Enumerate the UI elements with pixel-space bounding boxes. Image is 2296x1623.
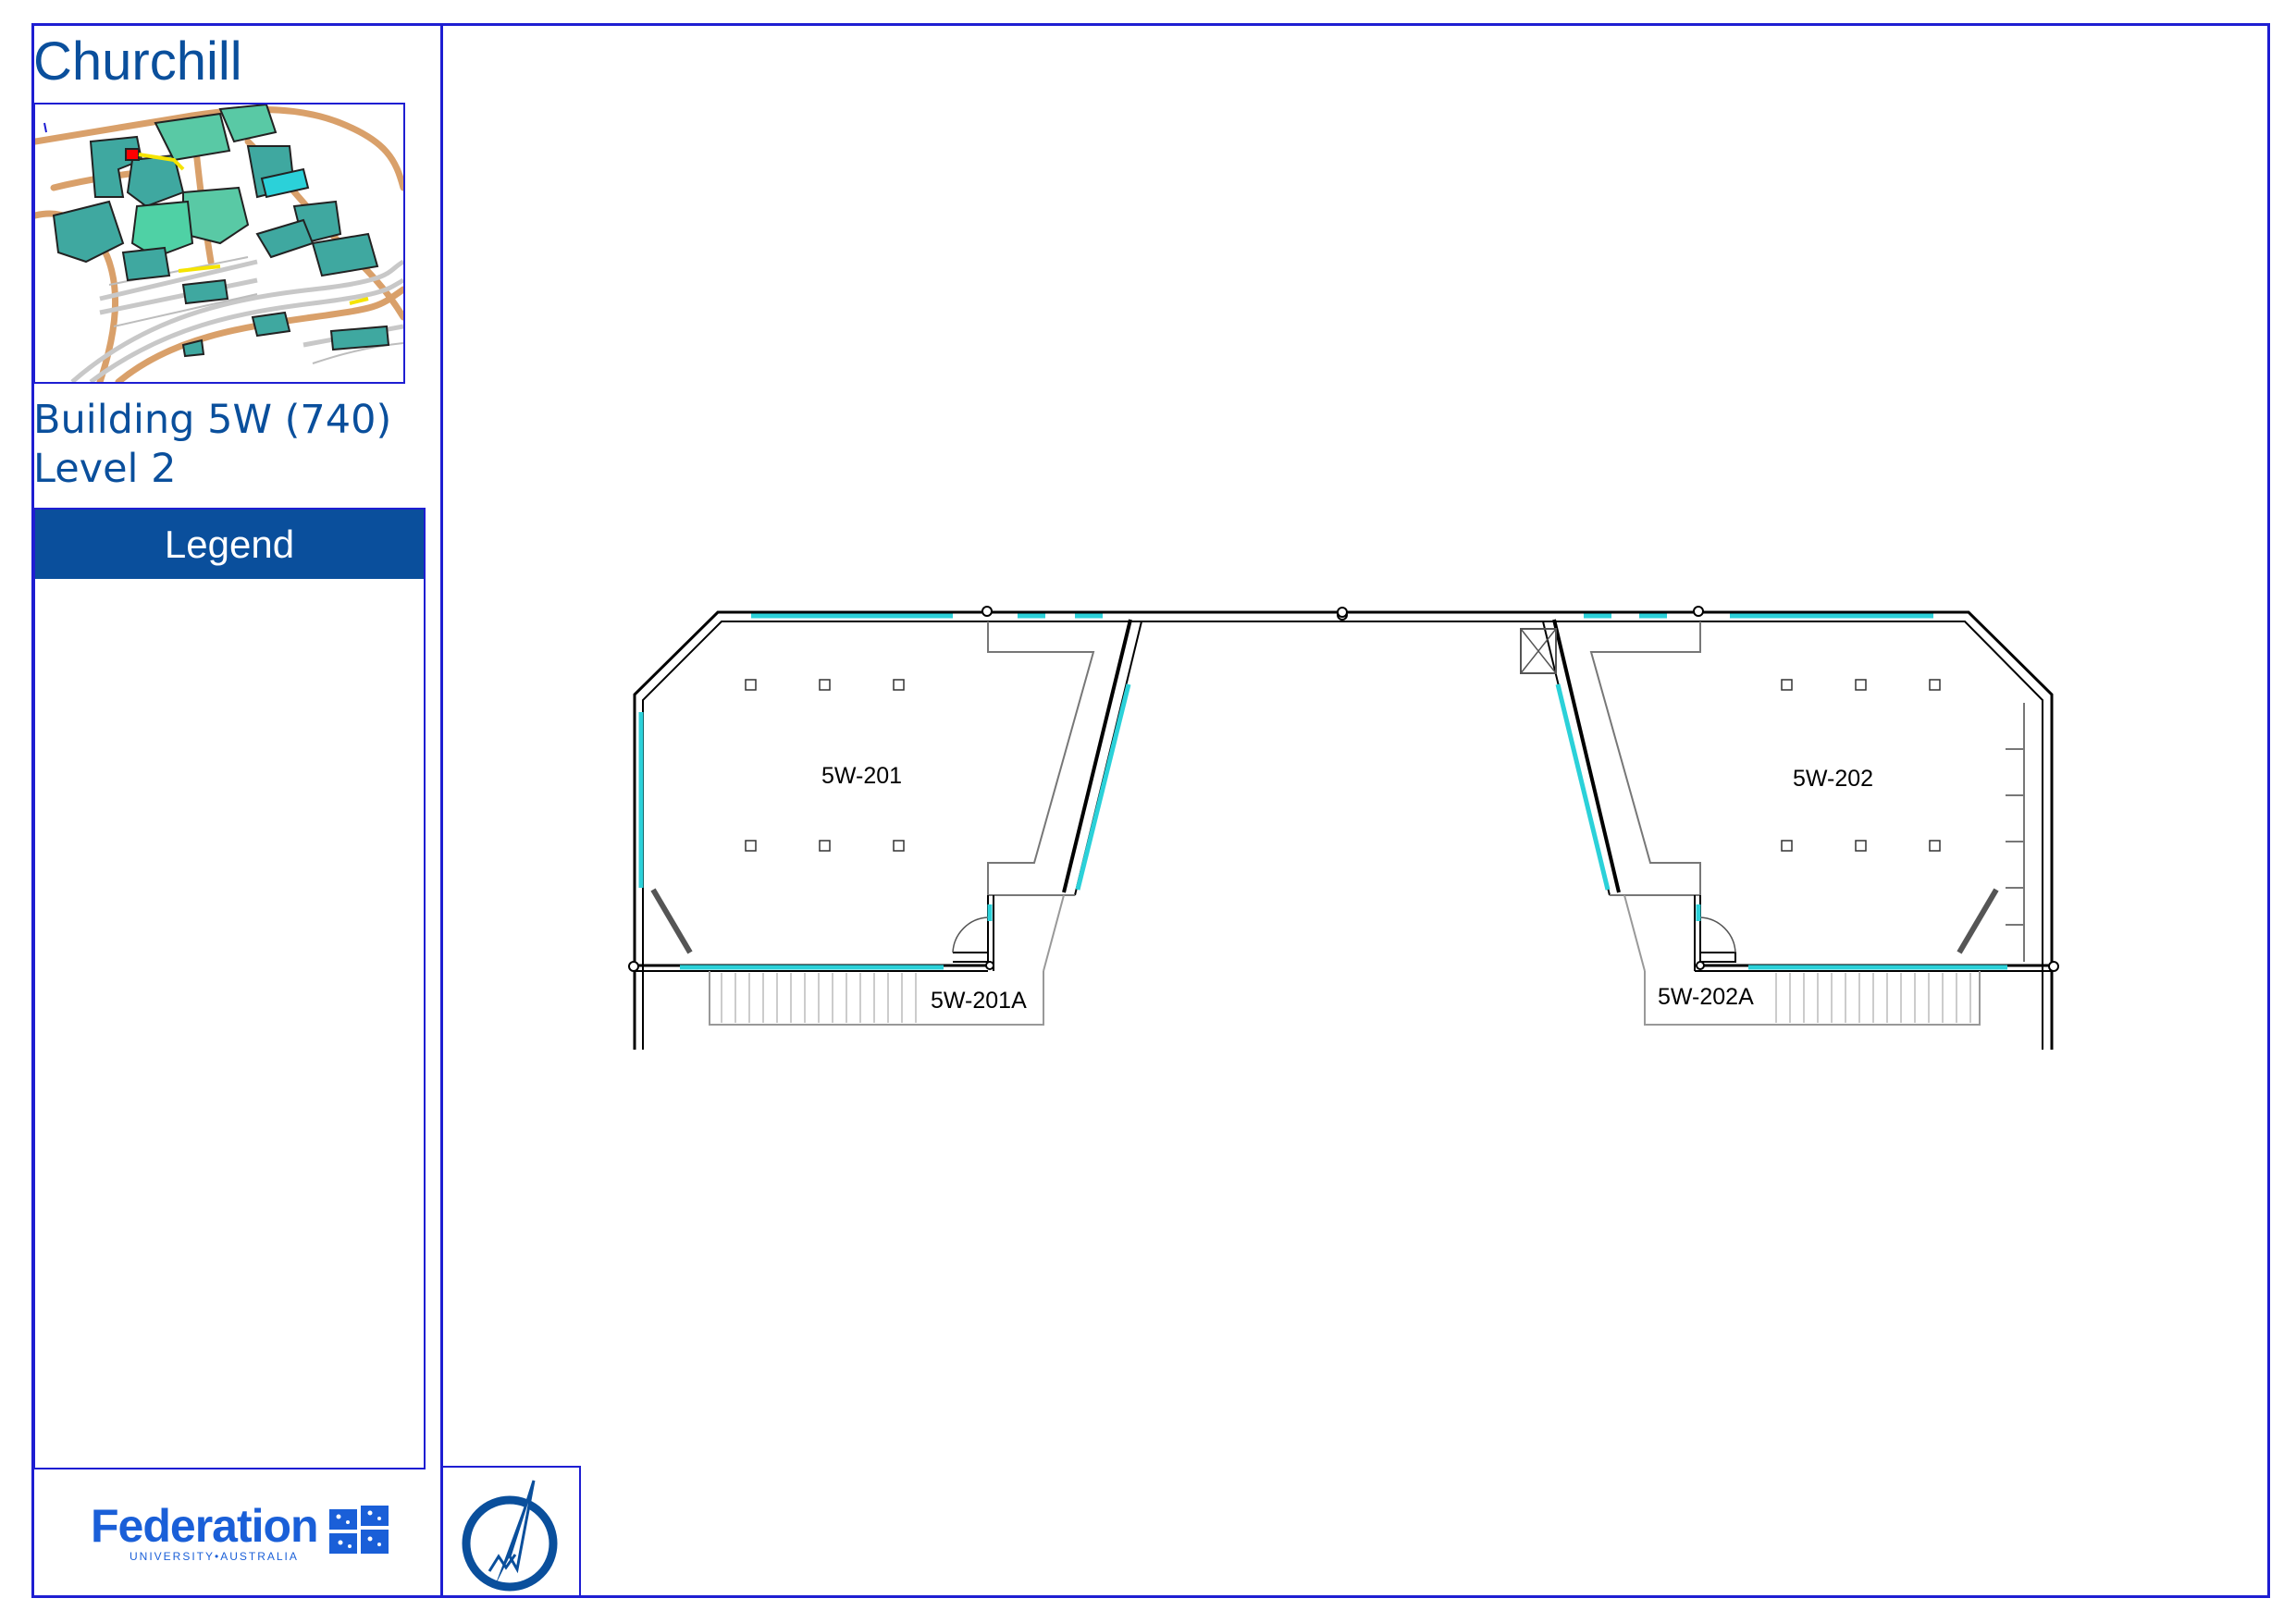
room-label: 5W-201 xyxy=(821,763,902,789)
room-5w-201-walls xyxy=(633,610,1349,1050)
room-label: 5W-202A xyxy=(1658,984,1754,1010)
room-label: 5W-202 xyxy=(1793,766,1873,792)
room-label: 5W-201A xyxy=(931,988,1027,1014)
floor-plan: 5W-201 5W-201A 5W-202 5W-202A xyxy=(628,606,2059,1050)
